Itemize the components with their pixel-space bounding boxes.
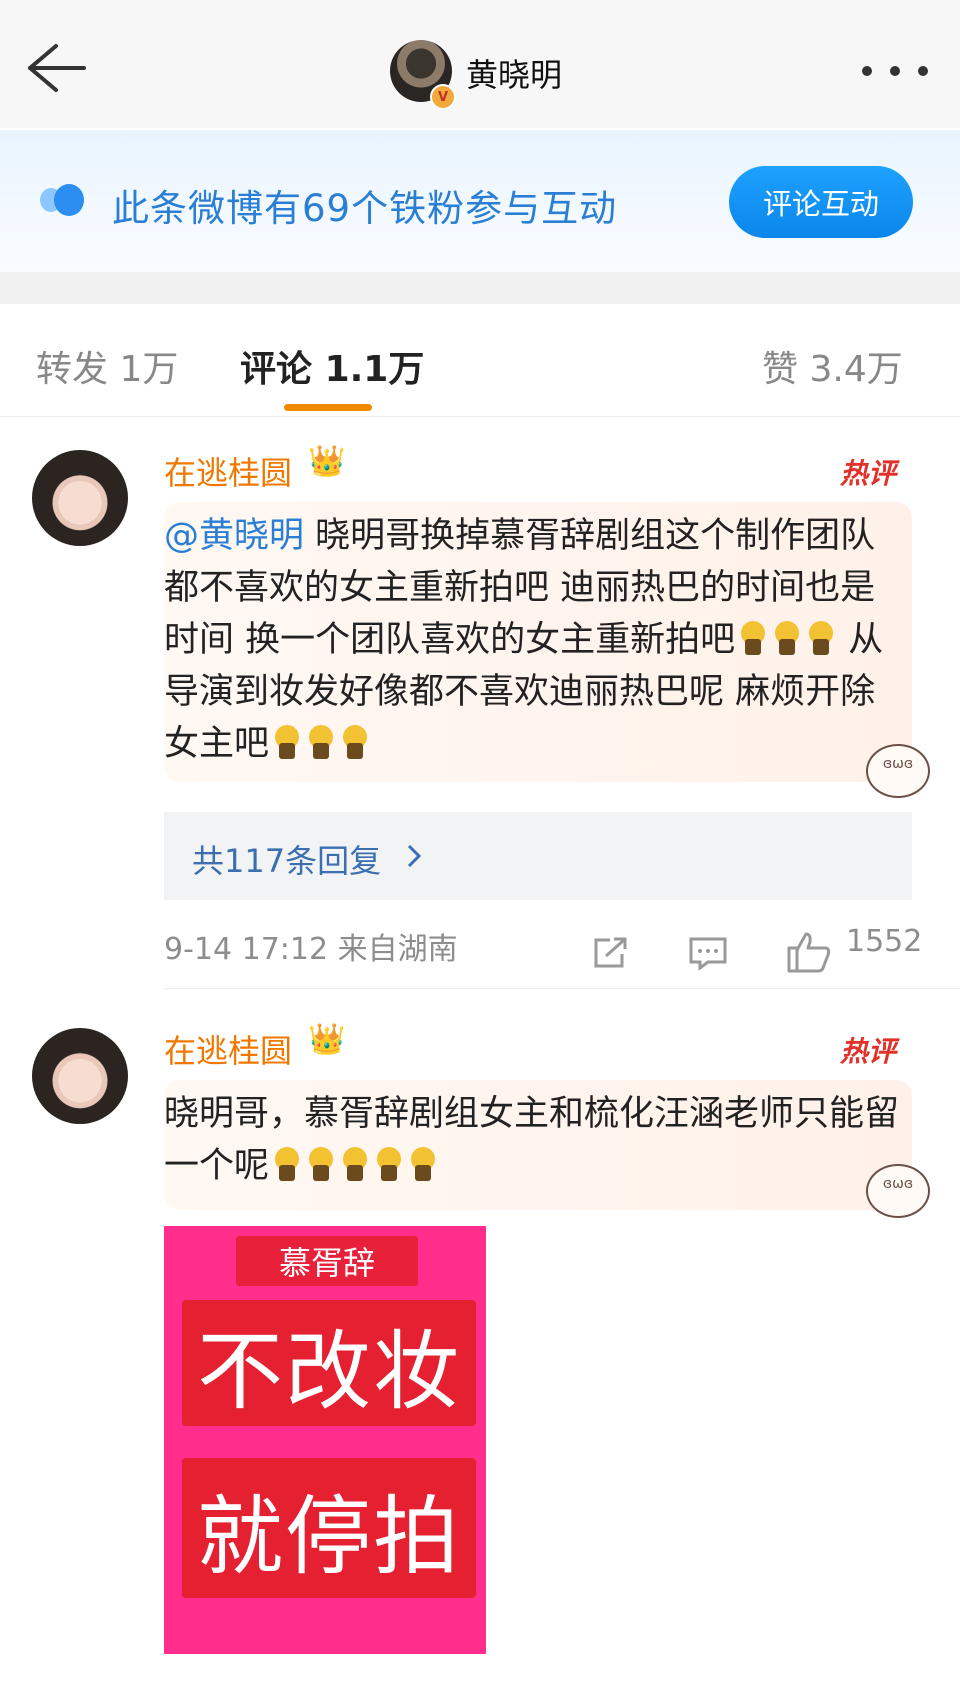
bulb-emoji-icon	[769, 621, 803, 655]
tab-reposts-count: 1万	[119, 349, 179, 390]
tab-bar: 转发 1万 评论 1.1万 赞 3.4万	[0, 304, 960, 417]
share-icon[interactable]	[592, 936, 628, 970]
comment-location: 来自湖南	[337, 932, 458, 967]
comment-text: 晓明哥，慕胥辞剧组女主和梳化汪涵老师只能留一个呢	[164, 1088, 904, 1192]
tab-reposts[interactable]: 转发 1万	[36, 340, 178, 392]
comment-text: @黄晓明 晓明哥换掉慕胥辞剧组这个制作团队都不喜欢的女主重新拍吧 迪丽热巴的时间…	[164, 510, 904, 770]
mention-link[interactable]: @黄晓明	[164, 516, 304, 556]
bulb-emoji-icon	[405, 1147, 439, 1181]
bulb-emoji-icon	[303, 1147, 337, 1181]
verified-badge-icon: V	[430, 84, 456, 110]
commenter-name[interactable]: 在逃桂圆	[164, 448, 292, 494]
bulb-emoji-icon	[303, 725, 337, 759]
mascot-sticker-icon: ɞωɞ	[866, 1164, 930, 1218]
poster-line-1: 不改妆	[182, 1300, 476, 1426]
bulb-emoji-icon	[269, 725, 303, 759]
commenter-avatar[interactable]	[32, 450, 128, 546]
comment-interact-button[interactable]: 评论互动	[729, 166, 913, 238]
commenter-avatar[interactable]	[32, 1028, 128, 1124]
mascot-sticker-icon: ɞωɞ	[866, 744, 930, 798]
comment-image[interactable]: 慕胥辞 不改妆 就停拍	[164, 1226, 486, 1654]
hot-comment-badge: 热评	[840, 1035, 897, 1068]
view-replies-button[interactable]: 共117条回复	[164, 812, 912, 900]
comment-divider	[164, 988, 960, 989]
crown-badge-icon: 👑	[308, 1022, 346, 1057]
comment-meta: 9-14 17:12 来自湖南	[164, 924, 458, 968]
poster-line-2: 就停拍	[182, 1458, 476, 1598]
bulb-emoji-icon	[337, 725, 371, 759]
crown-badge-icon: 👑	[308, 444, 346, 479]
bulb-emoji-icon	[371, 1147, 405, 1181]
back-arrow-icon[interactable]	[22, 40, 92, 96]
thumbs-up-icon[interactable]	[786, 930, 832, 974]
tab-likes-count: 3.4万	[809, 349, 903, 390]
bulb-emoji-icon	[337, 1147, 371, 1181]
chevron-right-icon	[407, 844, 422, 868]
bulb-emoji-icon	[803, 621, 837, 655]
section-gap	[0, 272, 960, 304]
top-nav-bar: V 黄晓明	[0, 0, 960, 128]
bulb-emoji-icon	[269, 1147, 303, 1181]
comment-time: 9-14 17:12	[164, 932, 329, 967]
bulb-emoji-icon	[735, 621, 769, 655]
page-title: 黄晓明	[466, 56, 563, 94]
fan-interaction-text: 此条微博有69个铁粉参与互动	[112, 187, 618, 230]
tab-likes-label: 赞	[762, 349, 799, 390]
tab-likes[interactable]: 赞 3.4万	[762, 340, 903, 392]
replies-count: 共117条回复	[192, 842, 382, 880]
commenter-name[interactable]: 在逃桂圆	[164, 1026, 292, 1072]
fan-stream-icon	[40, 184, 84, 216]
fan-interaction-banner: 此条微博有69个铁粉参与互动 评论互动	[0, 130, 960, 272]
tab-reposts-label: 转发	[36, 349, 109, 390]
active-tab-indicator	[284, 404, 372, 411]
poster-title: 慕胥辞	[236, 1236, 418, 1286]
like-count: 1552	[846, 924, 923, 959]
tab-comments[interactable]: 评论 1.1万	[240, 340, 424, 392]
tab-comments-count: 1.1万	[324, 349, 425, 390]
tab-comments-label: 评论	[240, 349, 313, 390]
comment-icon[interactable]	[688, 936, 728, 970]
more-options-icon[interactable]	[862, 60, 942, 80]
hot-comment-badge: 热评	[840, 457, 897, 490]
